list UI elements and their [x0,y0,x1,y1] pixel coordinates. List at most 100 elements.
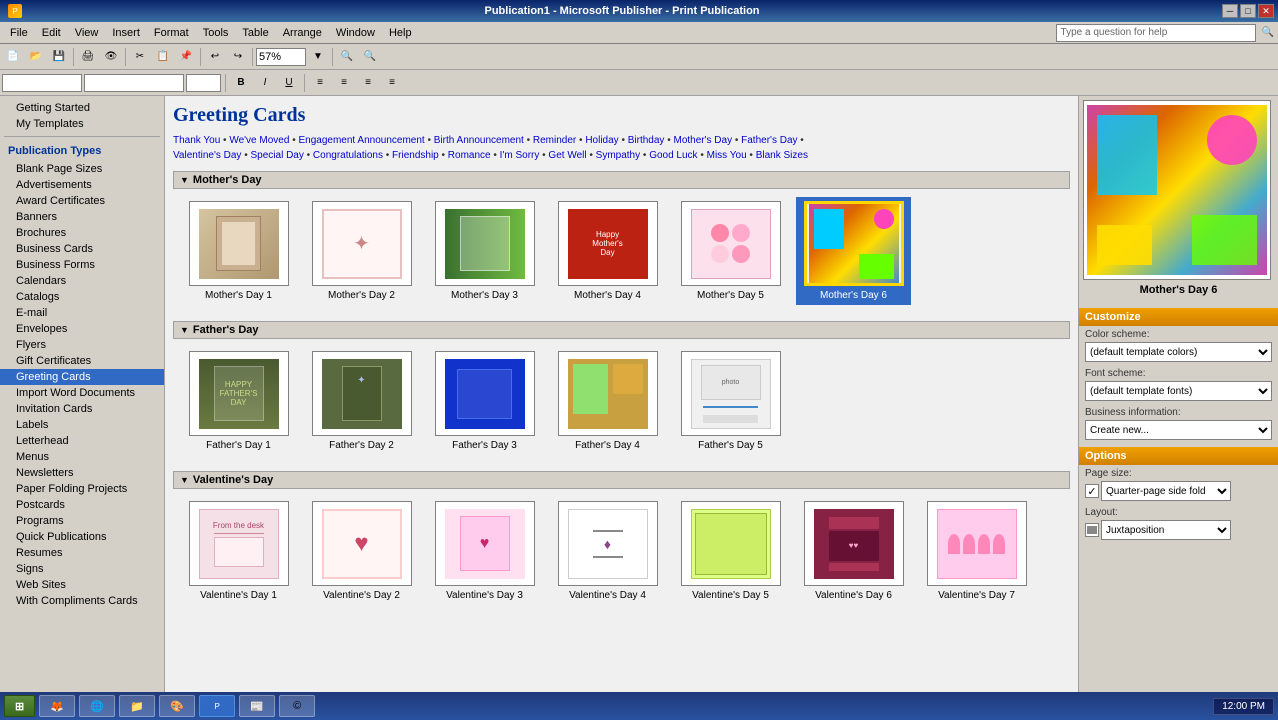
link-friendship[interactable]: Friendship [392,150,439,161]
link-engagement[interactable]: Engagement Announcement [298,135,424,146]
sidebar-item-letterhead[interactable]: Letterhead [0,433,164,449]
link-sorry[interactable]: I'm Sorry [500,150,540,161]
link-blank[interactable]: Blank Sizes [756,150,808,161]
sidebar-item-programs[interactable]: Programs [0,513,164,529]
card-valentines-5[interactable]: Valentine's Day 5 [673,497,788,605]
minimize-button[interactable]: ─ [1222,4,1238,18]
taskbar-other[interactable]: © [279,695,315,717]
taskbar-explorer[interactable]: 📁 [119,695,155,717]
zoom-input[interactable] [256,48,306,66]
card-valentines-2[interactable]: ♥ Valentine's Day 2 [304,497,419,605]
sidebar-item-paper-folding[interactable]: Paper Folding Projects [0,481,164,497]
bold-button[interactable]: B [230,72,252,94]
sidebar-item-business-forms[interactable]: Business Forms [0,257,164,273]
link-birth[interactable]: Birth Announcement [434,135,524,146]
menu-table[interactable]: Table [236,25,274,41]
card-valentines-6[interactable]: ♥♥ Valentine's Day 6 [796,497,911,605]
sidebar-item-my-templates[interactable]: My Templates [0,116,164,132]
link-valentines[interactable]: Valentine's Day [173,150,241,161]
taskbar-firefox[interactable]: 🦊 [39,695,75,717]
font-scheme-select[interactable]: (default template fonts) [1085,381,1272,401]
paste-button[interactable]: 📌 [175,46,197,68]
underline-button[interactable]: U [278,72,300,94]
menu-arrange[interactable]: Arrange [277,25,328,41]
sidebar-item-web-sites[interactable]: Web Sites [0,577,164,593]
link-sympathy[interactable]: Sympathy [596,150,640,161]
menu-help[interactable]: Help [383,25,418,41]
preview-button[interactable]: 👁 [100,46,122,68]
fathers-day-header[interactable]: ▼ Father's Day [173,321,1070,339]
card-mothers-day-4[interactable]: HappyMother'sDay Mother's Day 4 [550,197,665,305]
page-size-checkbox[interactable]: ✓ [1085,484,1099,498]
sidebar-item-resumes[interactable]: Resumes [0,545,164,561]
new-button[interactable]: 📄 [2,46,24,68]
sidebar-item-blank-page-sizes[interactable]: Blank Page Sizes [0,161,164,177]
justify-button[interactable]: ≡ [381,72,403,94]
sidebar-item-catalogs[interactable]: Catalogs [0,289,164,305]
font-style-input[interactable] [2,74,82,92]
sidebar-item-newsletters[interactable]: Newsletters [0,465,164,481]
zoom-in-button[interactable]: 🔍 [336,46,358,68]
card-fathers-day-5[interactable]: photo Father's Day 5 [673,347,788,455]
sidebar-item-flyers[interactable]: Flyers [0,337,164,353]
sidebar-item-greeting-cards[interactable]: Greeting Cards [0,369,164,385]
italic-button[interactable]: I [254,72,276,94]
color-scheme-select[interactable]: (default template colors) [1085,342,1272,362]
sidebar-item-compliments-cards[interactable]: With Compliments Cards [0,593,164,609]
sidebar-item-banners[interactable]: Banners [0,209,164,225]
zoom-dropdown[interactable]: ▼ [307,46,329,68]
save-button[interactable]: 💾 [48,46,70,68]
card-mothers-day-2[interactable]: ✦ Mother's Day 2 [304,197,419,305]
card-valentines-7[interactable]: Valentine's Day 7 [919,497,1034,605]
taskbar-browser[interactable]: 🌐 [79,695,115,717]
undo-button[interactable]: ↩ [204,46,226,68]
link-goodluck[interactable]: Good Luck [649,150,697,161]
help-input[interactable]: Type a question for help [1056,24,1256,42]
card-fathers-day-2[interactable]: ✦ Father's Day 2 [304,347,419,455]
align-right-button[interactable]: ≡ [357,72,379,94]
card-valentines-3[interactable]: ♥ Valentine's Day 3 [427,497,542,605]
link-fathers-day[interactable]: Father's Day [741,135,797,146]
link-getwell[interactable]: Get Well [548,150,586,161]
business-info-select[interactable]: Create new... [1085,420,1272,440]
menu-file[interactable]: File [4,25,34,41]
card-fathers-day-1[interactable]: HAPPYFATHER'SDAY Father's Day 1 [181,347,296,455]
card-mothers-day-1[interactable]: Mother's Day 1 [181,197,296,305]
font-name-input[interactable] [84,74,184,92]
zoom-out-button[interactable]: 🔍 [359,46,381,68]
menu-edit[interactable]: Edit [36,25,67,41]
sidebar-item-calendars[interactable]: Calendars [0,273,164,289]
maximize-button[interactable]: □ [1240,4,1256,18]
card-fathers-day-3[interactable]: Father's Day 3 [427,347,542,455]
card-mothers-day-5[interactable]: Mother's Day 5 [673,197,788,305]
sidebar-item-labels[interactable]: Labels [0,417,164,433]
menu-format[interactable]: Format [148,25,195,41]
link-mothers-day[interactable]: Mother's Day [673,135,732,146]
menu-insert[interactable]: Insert [106,25,146,41]
sidebar-item-award-certificates[interactable]: Award Certificates [0,193,164,209]
align-left-button[interactable]: ≡ [309,72,331,94]
sidebar-item-email[interactable]: E-mail [0,305,164,321]
sidebar-item-business-cards[interactable]: Business Cards [0,241,164,257]
link-romance[interactable]: Romance [448,150,491,161]
taskbar-notepad[interactable]: 📰 [239,695,275,717]
link-holiday[interactable]: Holiday [585,135,618,146]
link-reminder[interactable]: Reminder [533,135,576,146]
start-button[interactable]: ⊞ [4,695,35,717]
card-fathers-day-4[interactable]: Father's Day 4 [550,347,665,455]
card-mothers-day-3[interactable]: Mother's Day 3 [427,197,542,305]
font-size-input[interactable] [186,74,221,92]
card-valentines-4[interactable]: ♦ Valentine's Day 4 [550,497,665,605]
sidebar-item-getting-started[interactable]: Getting Started [0,100,164,116]
sidebar-item-import-word[interactable]: Import Word Documents [0,385,164,401]
taskbar-paint[interactable]: 🎨 [159,695,195,717]
print-button[interactable]: 🖨 [77,46,99,68]
align-center-button[interactable]: ≡ [333,72,355,94]
link-moved[interactable]: We've Moved [229,135,289,146]
open-button[interactable]: 📂 [25,46,47,68]
layout-select[interactable]: Juxtaposition [1101,520,1231,540]
page-size-select[interactable]: Quarter-page side fold [1101,481,1231,501]
sidebar-item-advertisements[interactable]: Advertisements [0,177,164,193]
link-thankyou[interactable]: Thank You [173,135,220,146]
sidebar-item-brochures[interactable]: Brochures [0,225,164,241]
